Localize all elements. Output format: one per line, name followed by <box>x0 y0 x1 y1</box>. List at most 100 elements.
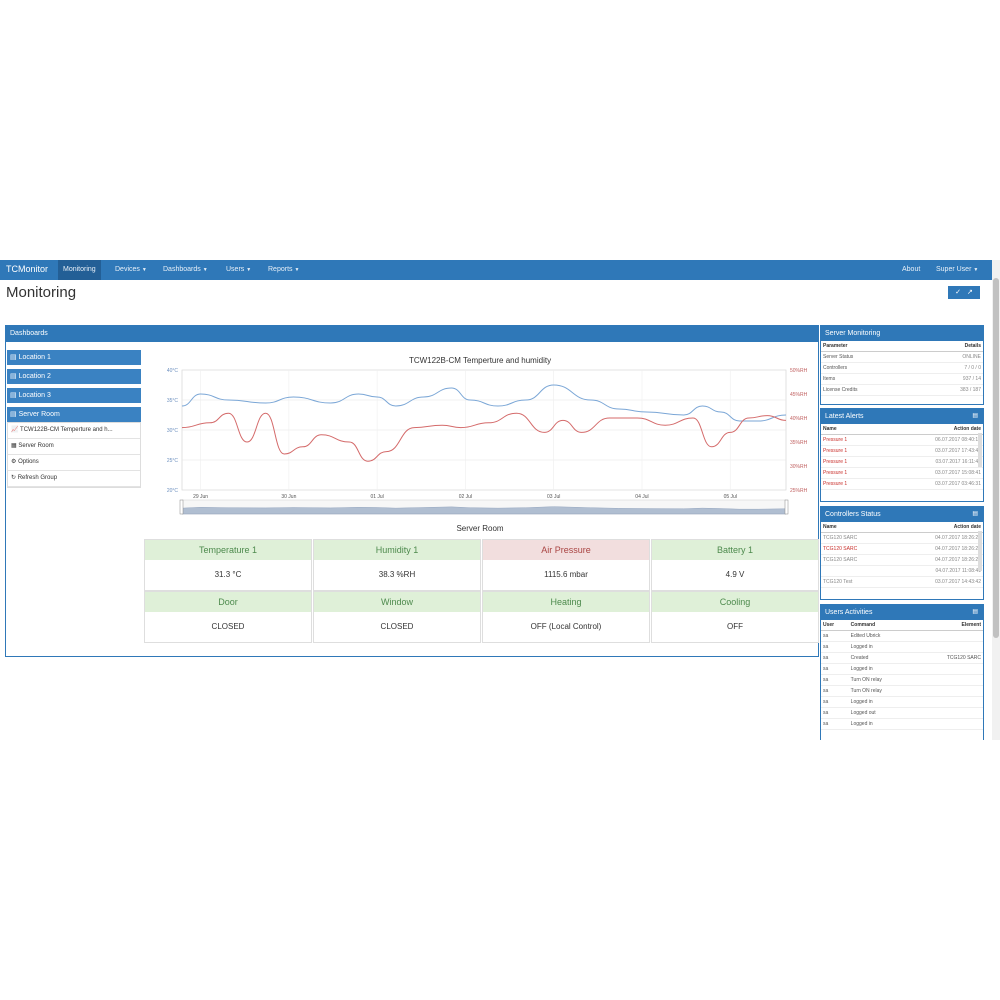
sidebar-item-location-3[interactable]: ▤ Location 3 <box>7 388 141 403</box>
cell: sa <box>821 696 849 708</box>
table-row: sa Turn ON relay <box>821 685 983 697</box>
cell: ONLINE <box>919 351 983 363</box>
edit-icon[interactable]: ✓ <box>955 289 961 296</box>
cell: Logged in <box>848 718 914 730</box>
cell: 04.07.2017 18:26:26 <box>891 543 983 555</box>
tile-heating[interactable]: Heating OFF (Local Control) <box>482 591 650 643</box>
table-row: sa Edited Ubrick <box>821 630 983 642</box>
table-row[interactable]: TCG120 SARC 04.07.2017 18:26:26 <box>821 532 983 544</box>
cell: sa <box>821 641 849 653</box>
submenu-item-options[interactable]: ⚙ Options <box>8 455 140 471</box>
cell: Server Status <box>821 351 920 363</box>
nav-devices-label: Devices <box>115 266 140 273</box>
x-tick-label: 02 Jul <box>459 494 472 500</box>
tile-value: OFF <box>727 622 743 631</box>
cell: Pressure 1 <box>821 467 880 479</box>
tile-label: Door <box>145 592 311 612</box>
widget-header: Latest Alerts ▤ <box>821 409 983 424</box>
table-row: License Credits 383 / 187 <box>821 384 983 396</box>
cell: 937 / 14 <box>919 373 983 385</box>
tile-label: Battery 1 <box>652 540 818 560</box>
table-row: sa Logged in <box>821 718 983 730</box>
cell: Logged in <box>848 663 914 675</box>
cell <box>913 718 983 730</box>
submenu-item-chart[interactable]: 📈 TCW122B-CM Temperture and h... <box>8 423 140 439</box>
cell: 383 / 187 <box>919 384 983 396</box>
top-navbar: TCMonitor Monitoring Devices ▼ Dashboards… <box>0 260 992 280</box>
sidebar-item-location-1[interactable]: ▤ Location 1 <box>7 350 141 365</box>
sidebar-item-label: Location 2 <box>18 373 51 380</box>
list-icon[interactable]: ▤ <box>972 507 978 522</box>
table-row[interactable]: Pressure 1 03.07.2017 15:08:41 <box>821 467 983 479</box>
navigator-handle-right <box>784 499 789 515</box>
cell: Turn ON relay <box>848 674 914 686</box>
dashboards-sidebar: ▤ Location 1 ▤ Location 2 ▤ Location 3 ▤… <box>7 350 141 488</box>
table-row: sa Turn ON relay <box>821 674 983 686</box>
tile-value: 31.3 °C <box>214 570 242 579</box>
table-icon: ▦ <box>11 443 17 449</box>
sidebar-item-server-room[interactable]: ▤ Server Room <box>7 407 141 422</box>
list-icon[interactable]: ▤ <box>972 409 978 424</box>
cell: sa <box>821 685 849 697</box>
brand-logo[interactable]: TCMonitor <box>6 264 48 274</box>
caret-down-icon: ▼ <box>141 267 147 273</box>
cell: Logged out <box>848 707 914 719</box>
table-row[interactable]: Pressure 1 03.07.2017 17:43:41 <box>821 445 983 457</box>
cell <box>913 707 983 719</box>
cell: Pressure 1 <box>821 445 880 457</box>
cell: Pressure 1 <box>821 456 880 468</box>
column-header: Name <box>821 424 880 435</box>
table-row[interactable]: Pressure 1 03.07.2017 16:11:42 <box>821 456 983 468</box>
nav-devices[interactable]: Devices ▼ <box>115 266 147 273</box>
title-button-group: ✓ ↗ <box>948 286 980 299</box>
cell: Pressure 1 <box>821 478 880 490</box>
tile-door[interactable]: Door CLOSED <box>144 591 312 643</box>
cell: Turn ON relay <box>848 685 914 697</box>
expand-icon[interactable]: ↗ <box>967 289 973 296</box>
page-scrollbar-thumb[interactable] <box>993 278 999 638</box>
table-row[interactable]: Pressure 1 03.07.2017 03:46:31 <box>821 478 983 490</box>
page-scrollbar[interactable] <box>992 260 1000 740</box>
table-row: sa Logged in <box>821 641 983 653</box>
cell: sa <box>821 718 849 730</box>
list-icon[interactable]: ▤ <box>972 605 978 620</box>
temperature-humidity-chart: TCW122B-CM Temperture and humidity 40°C 3… <box>144 350 816 525</box>
controllers-scrollbar[interactable] <box>978 531 982 571</box>
table-row[interactable]: Pressure 1 06.07.2017 08:40:14 <box>821 434 983 446</box>
cell: sa <box>821 707 849 719</box>
nav-users[interactable]: Users ▼ <box>226 266 251 273</box>
x-tick-label: 30 Jun <box>281 494 296 500</box>
cell: 03.07.2017 14:43:42 <box>891 576 983 588</box>
table-row[interactable]: TCG120 SARC 04.07.2017 18:26:26 <box>821 554 983 566</box>
alerts-scrollbar[interactable] <box>978 433 982 467</box>
sidebar-item-location-2[interactable]: ▤ Location 2 <box>7 369 141 384</box>
cell: Items <box>821 373 920 385</box>
tile-label: Cooling <box>652 592 818 612</box>
submenu-label: Server Room <box>18 443 54 449</box>
tile-air-pressure: Air Pressure 1115.6 mbar <box>482 539 650 591</box>
nav-monitoring[interactable]: Monitoring <box>58 260 101 280</box>
table-row: Server Status ONLINE <box>821 351 983 363</box>
y-left-tick-label: 20°C <box>167 488 179 494</box>
table-row[interactable]: 04.07.2017 11:08:41 <box>821 565 983 577</box>
cell: sa <box>821 652 849 664</box>
submenu-item-server-room[interactable]: ▦ Server Room <box>8 439 140 455</box>
tile-cooling[interactable]: Cooling OFF <box>651 591 819 643</box>
column-header: Name <box>821 522 892 533</box>
tile-value: 1115.6 mbar <box>544 570 588 579</box>
y-left-tick-label: 40°C <box>167 368 179 374</box>
table-row[interactable]: TCG120 SARC 04.07.2017 18:26:26 <box>821 543 983 555</box>
cell: License Credits <box>821 384 920 396</box>
y-right-tick-label: 45%RH <box>790 392 808 398</box>
sidebar-item-label: Server Room <box>18 411 60 418</box>
submenu-item-refresh[interactable]: ↻ Refresh Group <box>8 471 140 487</box>
chart-icon: 📈 <box>11 427 19 433</box>
table-row[interactable]: TCG120 Test 03.07.2017 14:43:42 <box>821 576 983 588</box>
nav-about[interactable]: About <box>902 266 920 273</box>
tile-window[interactable]: Window CLOSED <box>313 591 481 643</box>
nav-reports[interactable]: Reports ▼ <box>268 266 299 273</box>
tile-value: 4.9 V <box>725 570 745 579</box>
user-menu[interactable]: Super User ▼ <box>936 266 978 273</box>
server-monitoring-table: Parameter Details Server Status ONLINE Co… <box>821 341 983 396</box>
nav-dashboards[interactable]: Dashboards ▼ <box>163 266 208 273</box>
